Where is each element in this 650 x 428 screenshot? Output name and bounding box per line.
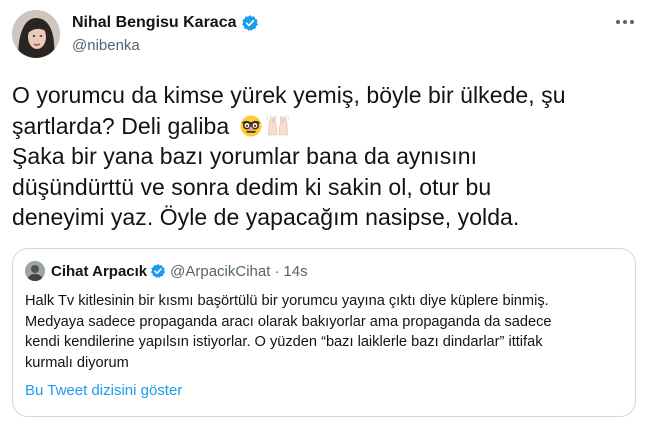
author-display-name[interactable]: Nihal Bengisu Karaca — [72, 14, 237, 32]
quoted-author-avatar[interactable] — [25, 261, 45, 281]
tweet-line: deneyimi yaz. Öyle de yapacağım nasipse,… — [12, 204, 520, 230]
quoted-line: kurmalı diyorum — [25, 354, 129, 371]
disguised-face-icon — [239, 114, 263, 138]
quoted-line: Medyaya sadece propaganda aracı olarak b… — [25, 313, 552, 330]
tweet-line: düşündürttü ve sonra dedim ki sakin ol, … — [12, 173, 492, 200]
quoted-tweet-header: Cihat Arpacık @ArpacikCihat · 14s — [25, 261, 308, 281]
tweet: Nihal Bengisu Karaca @nibenka O yorumcu … — [0, 0, 650, 428]
quoted-author-handle[interactable]: @ArpacikCihat — [170, 263, 270, 280]
author-handle[interactable]: @nibenka — [72, 37, 259, 54]
tweet-text: O yorumcu da kimse yürek yemiş, böyle bi… — [12, 80, 632, 233]
tweet-line-text: şartlarda? Deli galiba — [12, 112, 230, 139]
author-avatar[interactable] — [12, 10, 60, 58]
show-thread-link[interactable]: Bu Tweet dizisini göster — [25, 382, 182, 399]
quoted-tweet[interactable]: Cihat Arpacık @ArpacikCihat · 14s Halk T… — [12, 248, 636, 417]
tweet-line: O yorumcu da kimse yürek yemiş, böyle bi… — [12, 82, 566, 108]
quoted-line: kendi kendilerine yapılsın istiyorlar. O… — [25, 334, 543, 350]
author-info: Nihal Bengisu Karaca @nibenka — [72, 12, 259, 54]
verified-badge-icon — [241, 14, 259, 32]
tweet-line: şartlarda? Deli galiba — [12, 111, 632, 142]
more-options-icon[interactable] — [616, 18, 636, 26]
quoted-tweet-text: Halk Tv kitlesinin bir kısmı başörtülü b… — [25, 291, 625, 373]
separator-dot: · — [274, 262, 280, 280]
verified-badge-icon — [150, 263, 166, 279]
quoted-author-display-name[interactable]: Cihat Arpacık — [51, 263, 147, 280]
raised-hands-icon — [266, 114, 290, 138]
quoted-line: Halk Tv kitlesinin bir kısmı başörtülü b… — [25, 293, 549, 309]
quoted-timestamp[interactable]: 14s — [283, 263, 307, 280]
tweet-line: Şaka bir yana bazı yorumlar bana da aynı… — [12, 143, 478, 169]
